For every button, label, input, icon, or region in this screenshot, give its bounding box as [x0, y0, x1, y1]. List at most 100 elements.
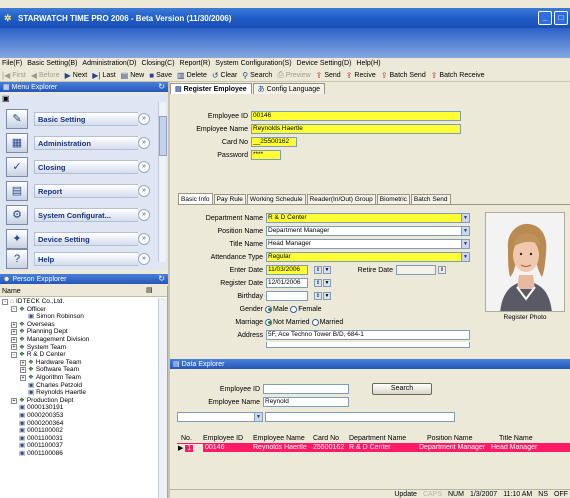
attendance-select[interactable]: Regular ▼ [266, 252, 470, 262]
register-date-field[interactable]: 12/01/2006 [266, 278, 308, 288]
maximize-button[interactable]: □ [554, 11, 568, 25]
menu-item-system-configuration[interactable]: ⚙ System Configurat... » [6, 204, 156, 226]
collapse-node-icon[interactable]: - [2, 298, 8, 305]
chevron-down-icon[interactable]: » [138, 185, 150, 197]
menu-file[interactable]: File(F) [2, 60, 22, 67]
batch-send-button[interactable]: ⇪ Batch Send [381, 71, 426, 80]
tab-basic-info[interactable]: Basic Info [178, 193, 213, 204]
tree-node[interactable]: ▣ 0001100037 [0, 442, 158, 450]
tree-node[interactable]: ▣ 0001100086 [0, 450, 158, 458]
chevron-down-icon[interactable]: ▼ [254, 413, 262, 421]
menu-help[interactable]: Help(H) [356, 60, 380, 67]
first-button[interactable]: |◀ First [2, 71, 26, 80]
tree-node[interactable]: ▣ 0000200364 [0, 420, 158, 428]
gender-male-radio[interactable] [265, 305, 272, 313]
tree-node[interactable]: ▣ Reynolds Haertle [0, 389, 158, 397]
tree-node[interactable]: + ❖ Production Dept [0, 397, 158, 405]
menu-administration[interactable]: Administration(D) [82, 60, 136, 67]
expand-icon[interactable]: + [11, 397, 17, 404]
tree-node[interactable]: + ❖ Algorithm Team [0, 374, 158, 382]
enter-date-spinner[interactable]: ⇕ [314, 266, 322, 274]
table-row[interactable]: ▶ 1 00146 Reynolds Haertle 25500162 R & … [177, 443, 570, 452]
employee-name-field[interactable]: Reynolds Haertle [251, 124, 461, 134]
chevron-down-icon[interactable]: » [138, 233, 150, 245]
tree-node[interactable]: - ⌂ IDTECK Co.,Ltd. [0, 298, 158, 306]
tab-config-language[interactable]: あ Config Language [252, 83, 325, 94]
tree-node[interactable]: - ❖ R & D Center [0, 351, 158, 359]
tree-scrollbar[interactable] [158, 298, 167, 498]
chevron-down-icon[interactable]: » [138, 113, 150, 125]
menu-item-report[interactable]: ▤ Report » [6, 180, 156, 202]
employee-photo[interactable] [485, 212, 565, 312]
chevron-down-icon[interactable]: ▼ [461, 253, 469, 261]
chevron-down-icon[interactable]: » [138, 253, 150, 265]
tree-node[interactable]: + ❖ Management Division [0, 336, 158, 344]
expand-icon[interactable]: + [11, 344, 17, 351]
menu-device-setting[interactable]: Device Setting(D) [297, 60, 352, 67]
tree-node[interactable]: + ❖ Overseas [0, 321, 158, 329]
register-date-spinner[interactable]: ⇕ [314, 279, 322, 287]
tab-batch-send[interactable]: Batch Send [410, 194, 451, 204]
tab-working-schedule[interactable]: Working Schedule [246, 194, 306, 204]
save-button[interactable]: ■ Save [149, 71, 172, 80]
last-button[interactable]: ▶| Last [92, 71, 115, 80]
tree-node[interactable]: ▣ Simon Robinson [0, 313, 158, 321]
tree-node[interactable]: + ❖ Planning Dept [0, 328, 158, 336]
filter-icon[interactable]: ▤ [146, 287, 154, 295]
expand-icon[interactable]: + [11, 336, 17, 343]
pin-icon[interactable]: ▣ [2, 94, 10, 103]
menu-closing[interactable]: Closing(C) [141, 60, 174, 67]
position-select[interactable]: Department Manager ▼ [266, 226, 470, 236]
menu-item-help[interactable]: ? Help » [6, 248, 156, 270]
tab-pay-rule[interactable]: Pay Rule [213, 194, 246, 204]
tree-node[interactable]: ▣ 0000200353 [0, 412, 158, 420]
tree-node[interactable]: ▣ 0000130191 [0, 404, 158, 412]
tree-node[interactable]: - ❖ Officer [0, 306, 158, 314]
chevron-down-icon[interactable]: ▼ [461, 227, 469, 235]
collapse-node-icon[interactable]: - [11, 306, 17, 313]
card-no-field[interactable]: __25500162 [251, 137, 297, 147]
clear-button[interactable]: ↺ Clear [212, 71, 237, 80]
scroll-thumb[interactable] [159, 116, 167, 156]
preview-button[interactable]: ⎙ Preview [277, 70, 310, 80]
before-button[interactable]: ◀ Before [31, 71, 60, 80]
tree-node[interactable]: + ❖ Hardware Team [0, 359, 158, 367]
chevron-down-icon[interactable]: » [138, 209, 150, 221]
search-name-input[interactable]: Reynold [263, 397, 349, 407]
column-department-name[interactable]: Department Name [349, 435, 419, 442]
address-line-2[interactable] [266, 342, 470, 348]
next-button[interactable]: ▶ Next [65, 71, 88, 80]
tab-biometric[interactable]: Biometric [376, 194, 410, 204]
menu-item-closing[interactable]: ✓ Closing » [6, 156, 156, 178]
collapse-icon[interactable]: ↻ [158, 82, 165, 91]
expand-icon[interactable]: + [11, 321, 17, 328]
menu-item-basic-setting[interactable]: ✎ Basic Setting » [6, 108, 156, 130]
tree-node[interactable]: + ❖ Software Team [0, 366, 158, 374]
menu-scrollbar[interactable] [158, 102, 167, 262]
expand-icon[interactable]: + [20, 367, 26, 374]
retire-date-field[interactable] [396, 265, 436, 275]
tab-reader-group[interactable]: Reader(In/Out) Group [306, 194, 376, 204]
birthday-spinner[interactable]: ⇕ [314, 292, 322, 300]
enter-date-field[interactable]: 11/03/2006 [266, 265, 308, 275]
chevron-down-icon[interactable]: » [138, 137, 150, 149]
retire-date-spinner[interactable]: ⇕ [438, 266, 446, 274]
collapse-icon[interactable]: ↻ [158, 274, 165, 283]
birthday-picker[interactable]: ▼ [323, 292, 331, 300]
address-field[interactable]: 5F, Ace Techno Tower B/D, 684-1 [266, 330, 470, 340]
tree-node[interactable]: ▣ 0001100002 [0, 427, 158, 435]
not-married-radio[interactable] [265, 318, 272, 326]
minimize-button[interactable]: _ [538, 11, 552, 25]
expand-icon[interactable]: + [20, 359, 26, 366]
search-value-input[interactable] [265, 412, 455, 422]
column-title-name[interactable]: Title Name [491, 435, 551, 442]
search-button[interactable]: ⚲ Search [242, 71, 272, 80]
new-button[interactable]: ▤ New [121, 71, 145, 80]
tab-register-employee[interactable]: ▤ Register Employee [170, 83, 252, 94]
department-select[interactable]: R & D Center ▼ [266, 213, 470, 223]
column-employee-id[interactable]: Employee ID [203, 435, 253, 442]
collapse-node-icon[interactable]: - [11, 351, 17, 358]
chevron-down-icon[interactable]: ▼ [461, 214, 469, 222]
batch-receive-button[interactable]: ⇪ Batch Receive [431, 71, 485, 80]
delete-button[interactable]: ▥ Delete [177, 71, 207, 80]
